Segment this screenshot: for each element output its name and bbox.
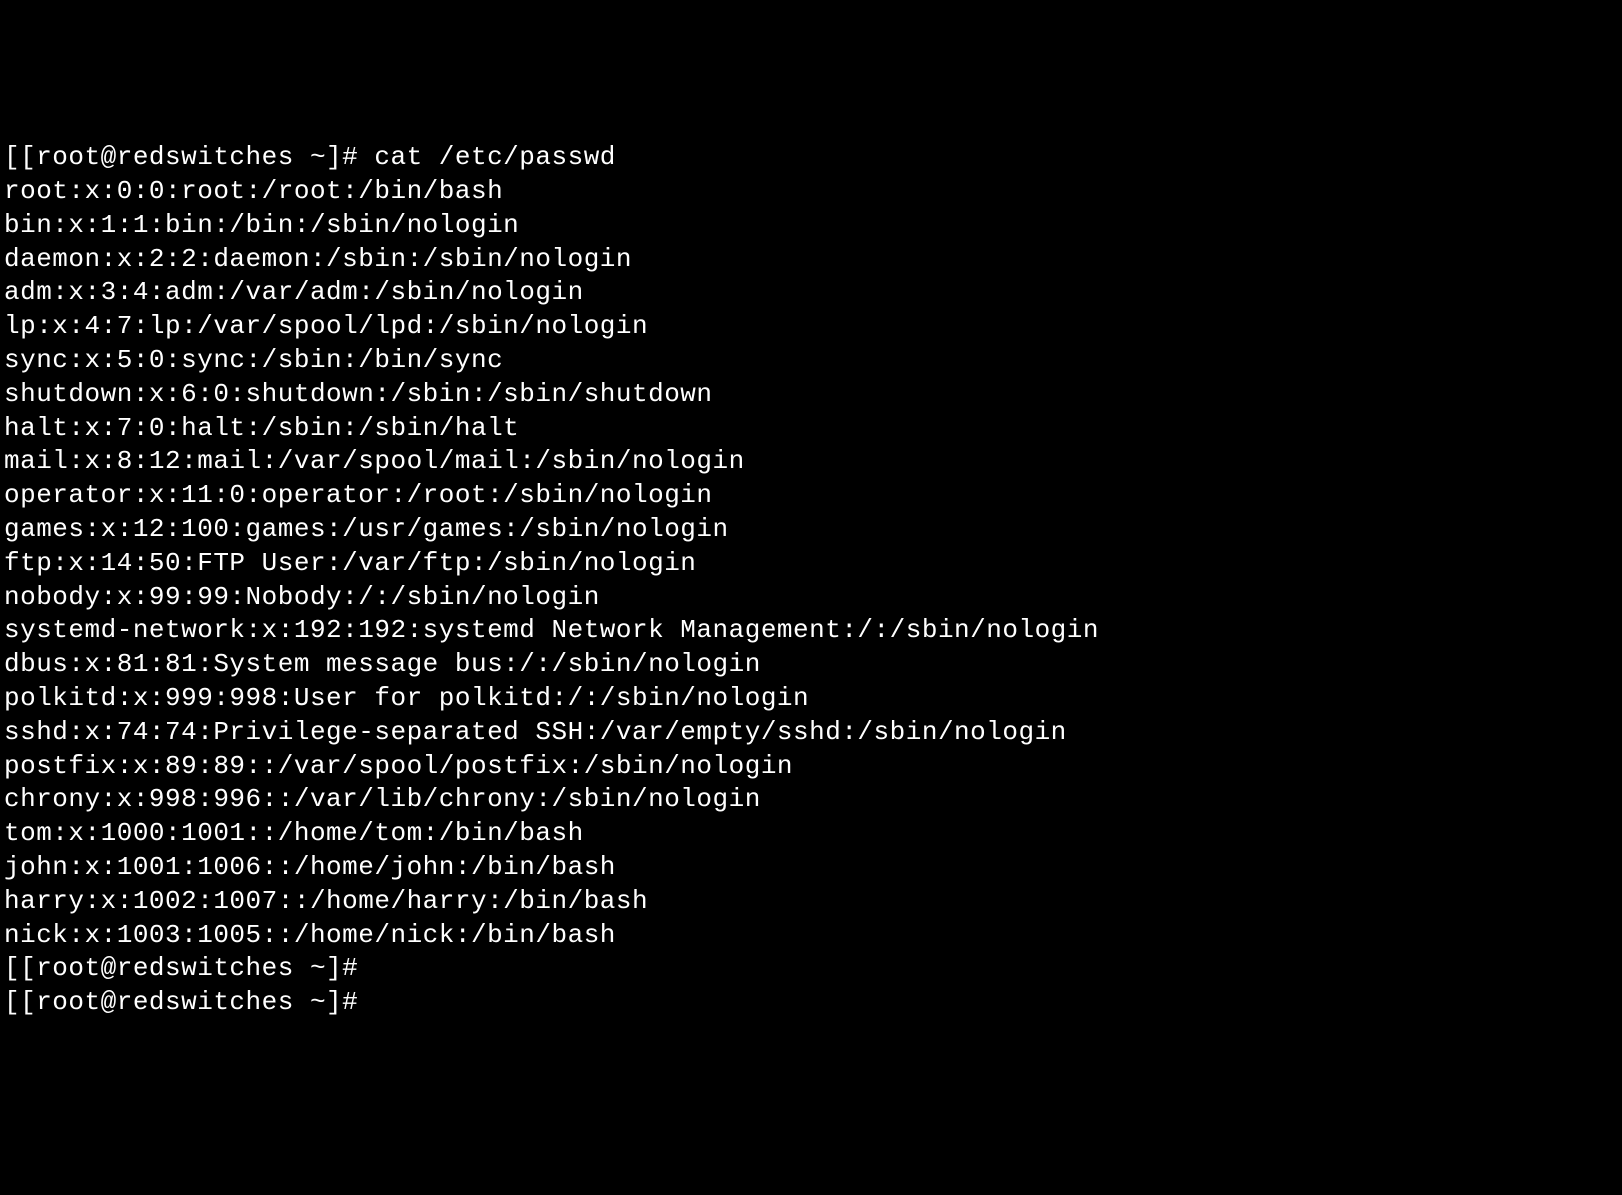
terminal-line: chrony:x:998:996::/var/lib/chrony:/sbin/… bbox=[4, 783, 1618, 817]
terminal-line: games:x:12:100:games:/usr/games:/sbin/no… bbox=[4, 513, 1618, 547]
terminal-line: dbus:x:81:81:System message bus:/:/sbin/… bbox=[4, 648, 1618, 682]
terminal-line: mail:x:8:12:mail:/var/spool/mail:/sbin/n… bbox=[4, 445, 1618, 479]
terminal-line: root:x:0:0:root:/root:/bin/bash bbox=[4, 175, 1618, 209]
terminal-line: operator:x:11:0:operator:/root:/sbin/nol… bbox=[4, 479, 1618, 513]
terminal-line: sshd:x:74:74:Privilege-separated SSH:/va… bbox=[4, 716, 1618, 750]
terminal-line: harry:x:1002:1007::/home/harry:/bin/bash bbox=[4, 885, 1618, 919]
terminal-line: sync:x:5:0:sync:/sbin:/bin/sync bbox=[4, 344, 1618, 378]
terminal-line: john:x:1001:1006::/home/john:/bin/bash bbox=[4, 851, 1618, 885]
terminal-line: nobody:x:99:99:Nobody:/:/sbin/nologin bbox=[4, 581, 1618, 615]
terminal-line: tom:x:1000:1001::/home/tom:/bin/bash bbox=[4, 817, 1618, 851]
terminal-line: daemon:x:2:2:daemon:/sbin:/sbin/nologin bbox=[4, 243, 1618, 277]
terminal-line: [[root@redswitches ~]# bbox=[4, 986, 1618, 1020]
terminal-line: systemd-network:x:192:192:systemd Networ… bbox=[4, 614, 1618, 648]
terminal-line: postfix:x:89:89::/var/spool/postfix:/sbi… bbox=[4, 750, 1618, 784]
terminal-line: [[root@redswitches ~]# bbox=[4, 952, 1618, 986]
terminal-line: nick:x:1003:1005::/home/nick:/bin/bash bbox=[4, 919, 1618, 953]
terminal-line: shutdown:x:6:0:shutdown:/sbin:/sbin/shut… bbox=[4, 378, 1618, 412]
terminal-line: adm:x:3:4:adm:/var/adm:/sbin/nologin bbox=[4, 276, 1618, 310]
terminal-line: polkitd:x:999:998:User for polkitd:/:/sb… bbox=[4, 682, 1618, 716]
terminal-line: lp:x:4:7:lp:/var/spool/lpd:/sbin/nologin bbox=[4, 310, 1618, 344]
terminal-line: [[root@redswitches ~]# cat /etc/passwd bbox=[4, 141, 1618, 175]
terminal-line: ftp:x:14:50:FTP User:/var/ftp:/sbin/nolo… bbox=[4, 547, 1618, 581]
terminal-line: bin:x:1:1:bin:/bin:/sbin/nologin bbox=[4, 209, 1618, 243]
terminal-line: halt:x:7:0:halt:/sbin:/sbin/halt bbox=[4, 412, 1618, 446]
terminal-window[interactable]: [[root@redswitches ~]# cat /etc/passwdro… bbox=[4, 141, 1618, 1020]
